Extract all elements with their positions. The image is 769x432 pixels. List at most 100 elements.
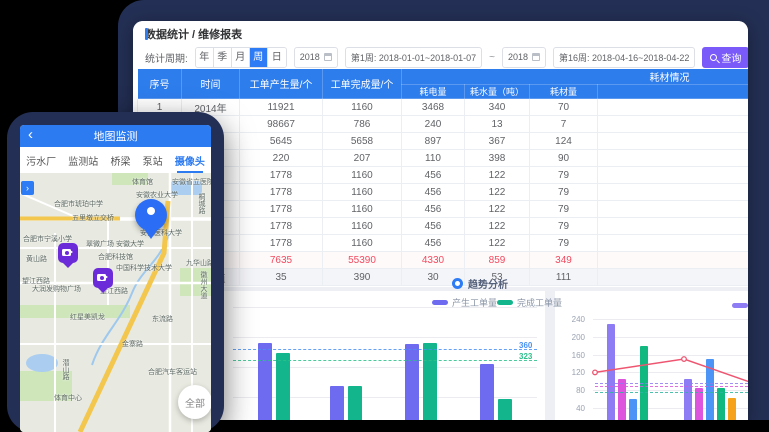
average-value: 360: [519, 341, 532, 350]
table-row: 5177811604561227967: [138, 167, 749, 184]
year-value-2: 2018: [508, 52, 528, 62]
table-cell: 1778: [240, 184, 323, 201]
breadcrumb: 数据统计 / 维修报表: [145, 27, 242, 41]
map-label: 合肥市琥珀中学: [54, 199, 103, 209]
map-label: 翠微广场: [86, 239, 114, 249]
y-axis-tick: 80: [569, 386, 585, 395]
breadcrumb-accent: [145, 28, 148, 40]
table-cell: 67: [598, 201, 749, 218]
y-axis-tick: 160: [569, 351, 585, 360]
table-cell: 1160: [323, 167, 402, 184]
map-label: 东流路: [152, 314, 173, 324]
bar: [423, 343, 437, 420]
table-cell: 1778: [240, 218, 323, 235]
table-cell: 122: [465, 218, 530, 235]
map-label: 安徽省立医院: [172, 177, 211, 187]
map-label: 五里墩立交桥: [72, 213, 114, 223]
phone-header: ‹ 地图监测: [20, 125, 211, 147]
table-cell: 349: [530, 252, 598, 269]
map-label: 合肥汽车客运站: [148, 367, 197, 377]
table-row: 7177811604561227967: [138, 201, 749, 218]
phone-tabs: 污水厂监测站桥梁泵站摄像头: [20, 147, 211, 173]
year-select-2[interactable]: 2018: [502, 47, 546, 68]
query-button[interactable]: 查询: [702, 47, 748, 68]
y-axis-tick: 40: [569, 404, 585, 413]
table-cell: 110: [402, 150, 465, 167]
table-cell: 367: [465, 133, 530, 150]
map-label: 徽州大道: [198, 271, 208, 299]
sub-column-header: 耗材量: [530, 85, 598, 99]
table-cell: 4330: [402, 252, 465, 269]
week-value-1: 第1周: 2018-01-01~2018-01-07: [351, 51, 476, 64]
table-cell: 3468: [402, 99, 465, 116]
table-row: 合计763555390433085934933: [138, 252, 749, 269]
breadcrumb-text: 数据统计 / 维修报表: [145, 26, 242, 42]
table-cell: 1160: [323, 99, 402, 116]
table-cell: 1160: [323, 235, 402, 252]
period-option-周[interactable]: 周: [250, 48, 268, 67]
camera-marker-icon[interactable]: [93, 268, 113, 288]
legend-swatch: [732, 303, 748, 308]
table-cell: 90: [530, 150, 598, 167]
bar: [607, 324, 615, 420]
table-cell: 340: [465, 99, 530, 116]
table-row: 8177811604561227967: [138, 218, 749, 235]
chart-title-icon: [452, 278, 463, 289]
table-cell: 456: [402, 235, 465, 252]
report-table: 序号 时间 工单产生量/个 工单完成量/个 耗材情况 耗电量耗水量（吨）耗材量水…: [137, 68, 748, 286]
period-segmented-control[interactable]: 年季月周日: [195, 47, 287, 68]
map-view[interactable]: 体育馆安徽省立医院安徽农业大学合肥市琥珀中学桐城路五里墩立交桥安徽医科大学合肥市…: [20, 173, 211, 432]
range-separator: ~: [489, 52, 495, 63]
col-created: 工单产生量/个: [240, 69, 323, 99]
y-axis-tick: 200: [569, 333, 585, 342]
table-cell: 1778: [240, 167, 323, 184]
average-line: [233, 349, 537, 350]
map-label: 大润发购物广场: [32, 284, 81, 294]
table-cell: 1160: [323, 201, 402, 218]
table-row: 356455658897367124129: [138, 133, 749, 150]
period-option-日[interactable]: 日: [268, 48, 286, 67]
map-label: 体育中心: [54, 393, 82, 403]
table-cell: 14: [598, 269, 749, 286]
week-range-input-2[interactable]: 第16周: 2018-04-16~2018-04-22: [553, 47, 695, 68]
table-cell: 67: [598, 167, 749, 184]
camera-glyph: [97, 274, 106, 281]
phone-tab-污水厂[interactable]: 污水厂: [26, 148, 56, 173]
phone-tab-摄像头[interactable]: 摄像头: [175, 148, 205, 173]
table-cell: 5645: [240, 133, 323, 150]
table-row: 12014年119211160346834070250: [138, 99, 749, 116]
week-range-input-1[interactable]: 第1周: 2018-01-01~2018-01-07: [345, 47, 482, 68]
period-option-年[interactable]: 年: [196, 48, 214, 67]
table-cell: 67: [598, 235, 749, 252]
legend-swatch: [432, 300, 448, 305]
phone-tab-监测站[interactable]: 监测站: [68, 148, 98, 173]
sub-column-header: 水量: [598, 85, 749, 99]
y-axis-tick: 120: [569, 368, 585, 377]
col-group-consumables: 耗材情况: [402, 69, 749, 85]
phone-tab-桥梁[interactable]: 桥梁: [110, 148, 130, 173]
table-row: 6177811604561227967: [138, 184, 749, 201]
back-icon[interactable]: ‹: [28, 126, 33, 143]
gridline: [593, 319, 748, 320]
calendar-icon: [324, 53, 332, 61]
table-cell: 897: [402, 133, 465, 150]
trend-chart-header: 趋势分析: [452, 276, 508, 291]
table-cell: 55390: [323, 252, 402, 269]
period-option-月[interactable]: 月: [232, 48, 250, 67]
table-body: 12014年1192111603468340702502986677862401…: [138, 99, 749, 286]
phone-frame: ‹ 地图监测 污水厂监测站桥梁泵站摄像头: [7, 112, 224, 432]
camera-marker-icon[interactable]: [58, 243, 78, 263]
all-filter-button[interactable]: 全部: [178, 385, 211, 419]
location-pin-icon[interactable]: [133, 199, 169, 243]
period-option-季[interactable]: 季: [214, 48, 232, 67]
phone-tab-泵站[interactable]: 泵站: [143, 148, 163, 173]
gridline: [233, 307, 537, 308]
table-cell: 398: [465, 150, 530, 167]
table-row: 9177811604561227967: [138, 235, 749, 252]
table-cell: 129: [598, 133, 749, 150]
bar: [629, 399, 637, 420]
expand-icon[interactable]: ›: [21, 181, 34, 195]
year-select-1[interactable]: 2018: [294, 47, 338, 68]
average-line: [233, 360, 537, 361]
map-label: 合肥科技馆: [98, 252, 133, 262]
